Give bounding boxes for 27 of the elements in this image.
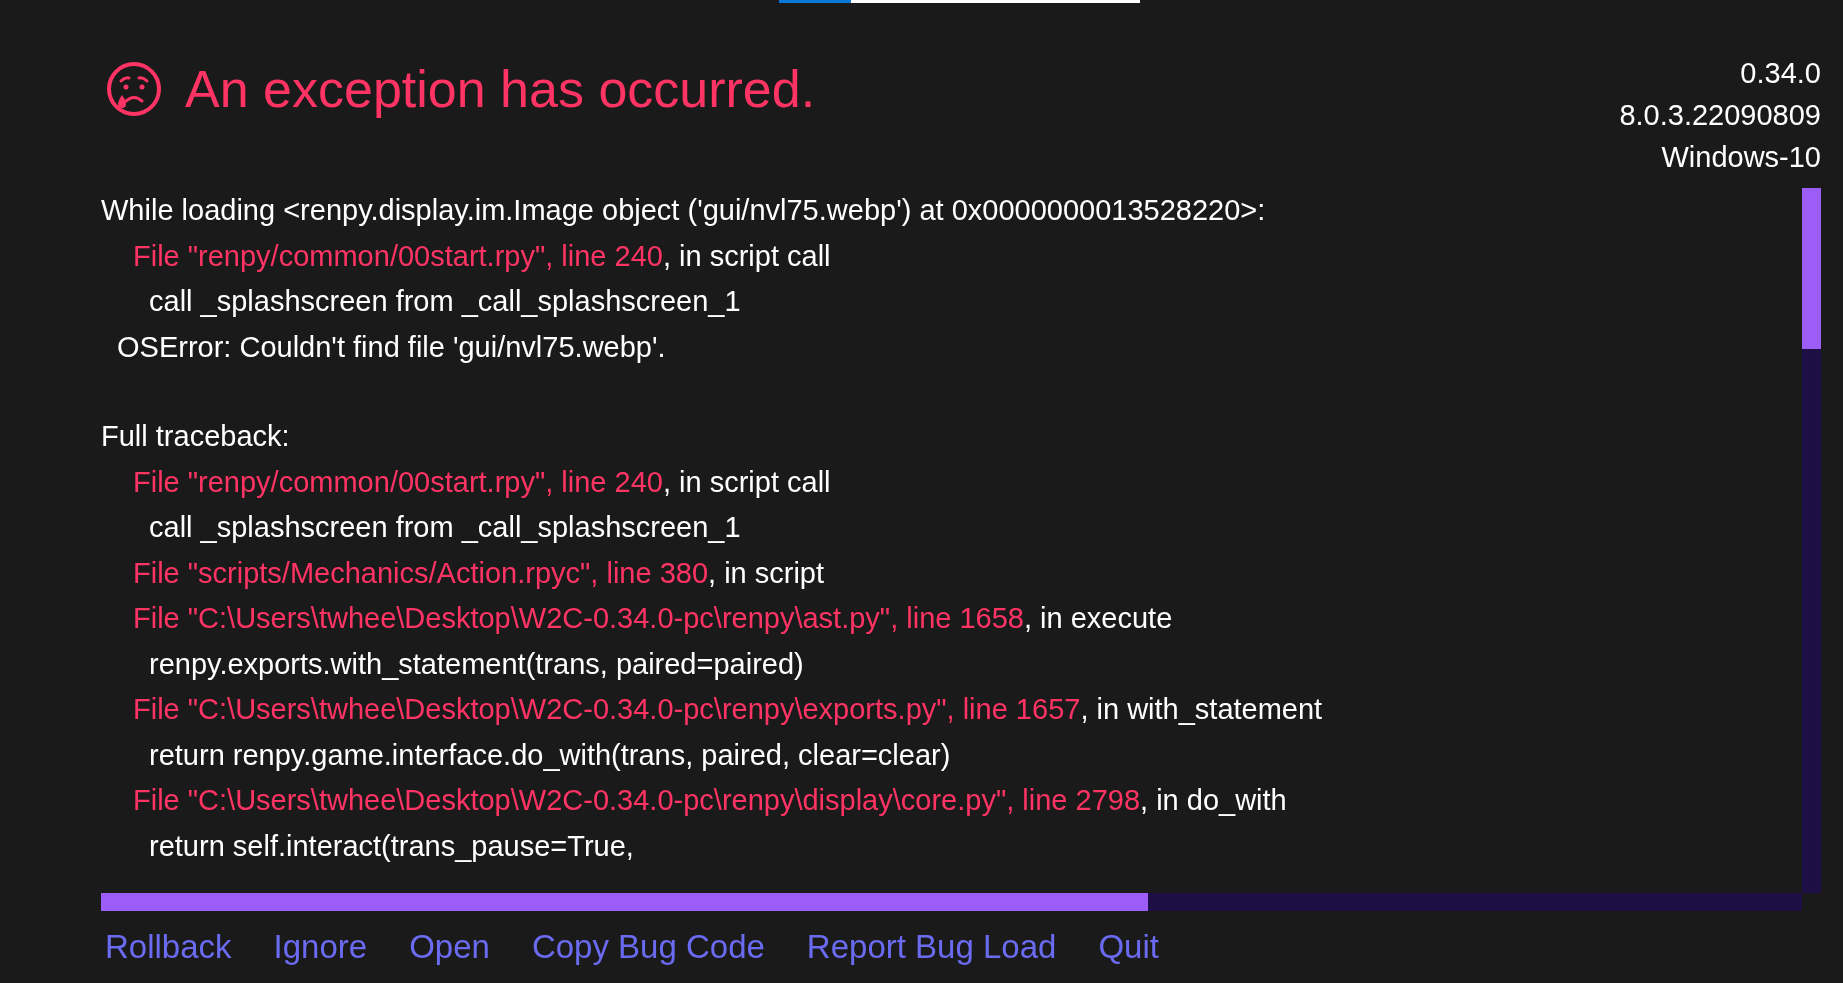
traceback-line: File "scripts/Mechanics/Action.rpyc", line 380, in script: [132, 555, 826, 591]
version-text: 0.34.0: [1740, 56, 1821, 91]
traceback-line: File "renpy/common/00start.rpy", line 240, in script call: [132, 464, 832, 500]
version-text: 8.0.3.22090809: [1619, 98, 1821, 133]
error-message: OSError: Couldn't find file 'gui/nvl75.webp'.: [116, 329, 667, 365]
code-line: return renpy.game.interface.do_with(trans, paired, clear=clear): [148, 737, 952, 773]
traceback-line: File "C:\Users\twhee\Desktop\W2C-0.34.0-pc\renpy\display\core.py", line 2798, in do_with: [132, 783, 1288, 818]
horizontal-scrollbar[interactable]: [101, 893, 1802, 911]
action-button[interactable]: Report Bug Load: [806, 923, 1057, 971]
action-button[interactable]: Copy Bug Code: [531, 923, 765, 971]
action-button[interactable]: Open: [409, 923, 490, 971]
message-text: Full traceback:: [101, 419, 291, 454]
code-line: return self.interact(trans_pause=True,: [148, 828, 635, 864]
traceback-line: File "C:\Users\twhee\Desktop\W2C-0.34.0-pc\renpy\exports.py", line 1657, in with_statement: [132, 692, 1324, 727]
traceback-line: File "C:\Users\twhee\Desktop\W2C-0.34.0-pc\renpy\ast.py", line 1658, in execute: [132, 601, 1174, 636]
sad-face-icon: [106, 61, 162, 117]
code-line: call _splashscreen from _call_splashscreen_1: [148, 510, 742, 545]
traceback-line: File "renpy/common/00start.rpy", line 240, in script call: [132, 238, 832, 274]
vertical-scrollbar[interactable]: [1802, 188, 1821, 893]
error-title: An exception has occurred.: [185, 59, 816, 119]
message-text: While loading <renpy.display.im.Image object ('gui/nvl75.webp') at 0x0000000013528220>:: [101, 193, 1267, 228]
code-line: call _splashscreen from _call_splashscreen_1: [148, 284, 742, 319]
version-text: Windows-10: [1661, 140, 1821, 175]
action-button[interactable]: Quit: [1098, 923, 1159, 971]
action-button[interactable]: Ignore: [273, 923, 368, 971]
action-button[interactable]: Rollback: [105, 923, 232, 971]
code-line: renpy.exports.with_statement(trans, paired=paired): [148, 646, 805, 682]
